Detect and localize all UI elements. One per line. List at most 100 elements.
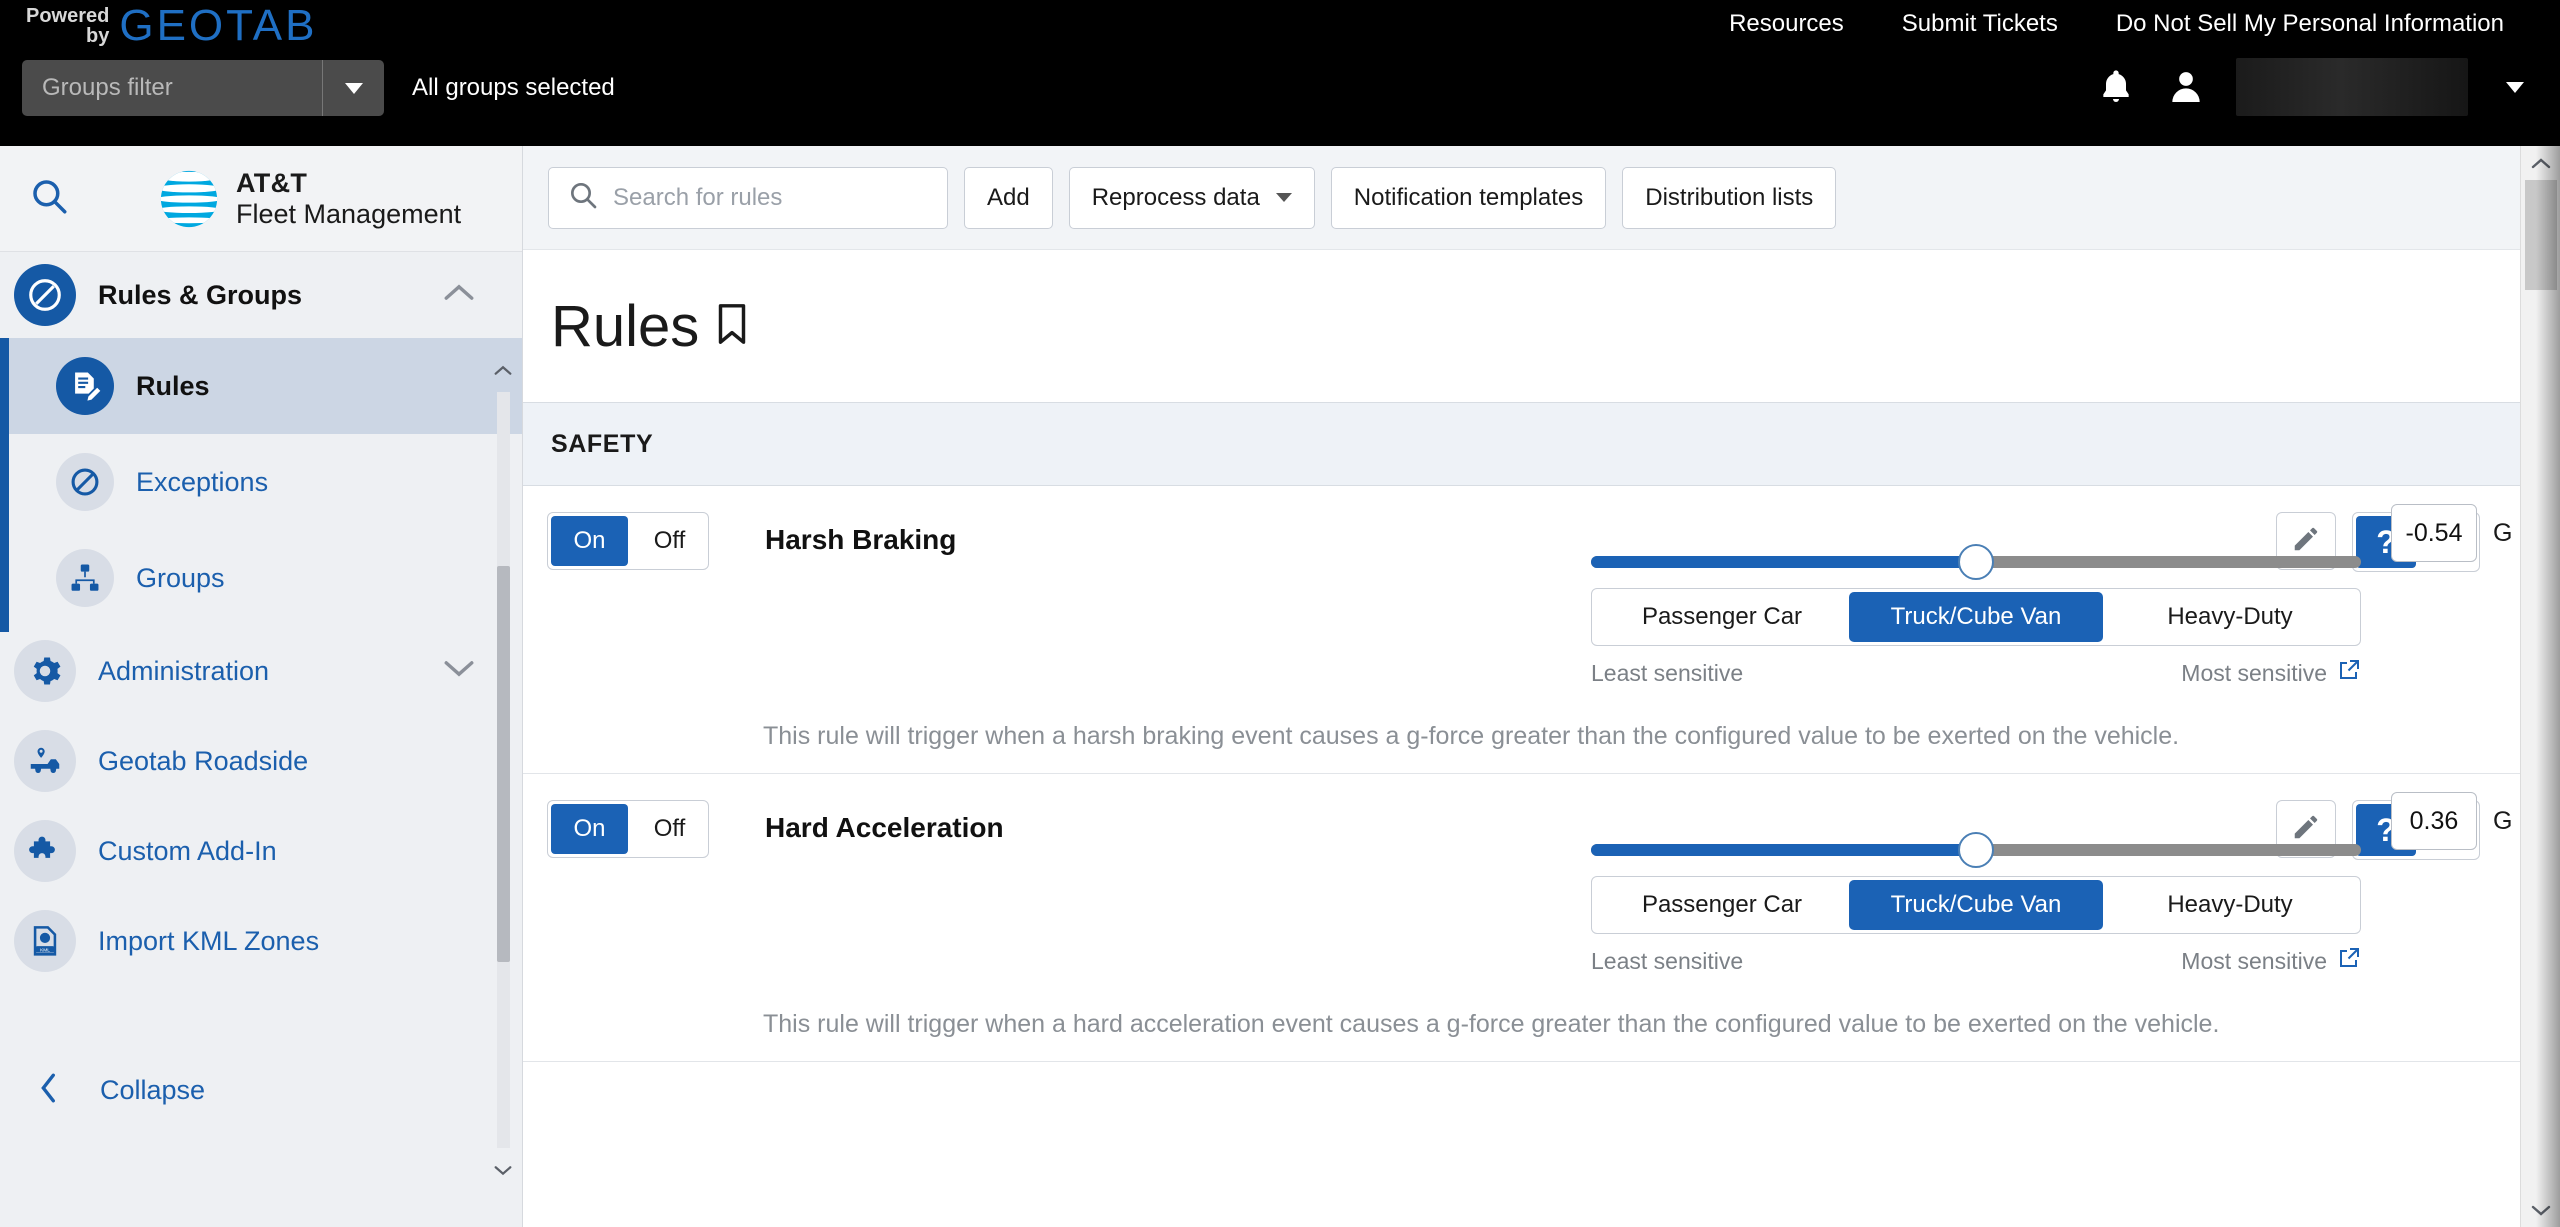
top-black-bar: Powered by GEOTAB Resources Submit Ticke… [0, 0, 2560, 146]
page-header: Rules [523, 250, 2538, 402]
sidebar-scrollbar[interactable] [492, 362, 514, 1178]
sidebar-item-groups[interactable]: Groups [0, 530, 522, 626]
pencil-icon [2291, 524, 2321, 559]
scroll-up-arrow-icon[interactable] [2521, 146, 2560, 180]
distribution-lists-label: Distribution lists [1645, 183, 1814, 211]
user-menu-chevron-down-icon[interactable] [2506, 81, 2524, 93]
rule-description: This rule will trigger when a harsh brak… [763, 722, 2180, 750]
sensitivity-slider[interactable] [1591, 832, 2361, 868]
nav-link-do-not-sell[interactable]: Do Not Sell My Personal Information [2116, 10, 2504, 38]
scroll-up-arrow-icon[interactable] [492, 362, 514, 378]
rule-sensitivity-block: Passenger Car Truck/Cube Van Heavy-Duty … [1591, 544, 2361, 688]
sidebar-item-label: Geotab Roadside [98, 745, 309, 776]
sensitivity-slider-thumb[interactable] [1958, 544, 1994, 580]
rule-value-area: 0.36 G [2391, 792, 2512, 850]
sidebar-item-label: Rules & Groups [98, 279, 303, 310]
search-placeholder: Search for rules [613, 183, 783, 211]
sidebar-item-rules[interactable]: Rules [0, 338, 522, 434]
add-button[interactable]: Add [964, 166, 1053, 229]
chevron-up-icon[interactable] [442, 282, 476, 309]
sidebar: AT&T Fleet Management Rules & Groups Rul… [0, 146, 523, 1227]
search-icon[interactable] [28, 175, 70, 222]
sidebar-scrollbar-thumb[interactable] [497, 566, 510, 962]
sidebar-header: AT&T Fleet Management [0, 146, 522, 252]
vehicle-type-heavy-duty[interactable]: Heavy-Duty [2103, 592, 2357, 642]
least-sensitive-label: Least sensitive [1591, 659, 1744, 686]
groups-filter-area: Groups filter All groups selected [22, 60, 615, 116]
external-link-icon[interactable] [2337, 946, 2361, 976]
sensitivity-slider-fill [1591, 556, 1976, 568]
groups-filter-input[interactable]: Groups filter [22, 60, 322, 116]
page-title: Rules [551, 293, 700, 359]
sidebar-item-label: Import KML Zones [98, 925, 320, 956]
groups-icon [56, 549, 114, 607]
most-sensitive-group[interactable]: Most sensitive [2181, 946, 2361, 976]
vehicle-type-segmented-control: Passenger Car Truck/Cube Van Heavy-Duty [1591, 876, 2361, 934]
nav-link-resources[interactable]: Resources [1729, 10, 1844, 38]
rule-row: On Off Harsh Braking ? Passenger Car Tru… [523, 486, 2538, 774]
vehicle-type-truck-cube-van[interactable]: Truck/Cube Van [1849, 880, 2103, 930]
rule-sensitivity-block: Passenger Car Truck/Cube Van Heavy-Duty … [1591, 832, 2361, 976]
groups-filter-dropdown[interactable]: Groups filter [22, 60, 384, 116]
groups-filter-caret[interactable] [322, 60, 384, 116]
sidebar-item-custom-add-in[interactable]: Custom Add-In [0, 806, 522, 896]
user-avatar-icon[interactable] [2166, 66, 2206, 108]
toggle-off-option[interactable]: Off [631, 801, 708, 857]
sensitivity-slider-thumb[interactable] [1958, 832, 1994, 868]
reprocess-data-button[interactable]: Reprocess data [1068, 166, 1315, 229]
sidebar-item-label: Groups [136, 562, 225, 593]
rule-on-off-toggle[interactable]: On Off [547, 512, 709, 570]
bookmark-icon[interactable] [713, 301, 751, 352]
sidebar-item-label: Exceptions [136, 466, 269, 497]
att-globe-icon [160, 170, 218, 227]
vehicle-type-passenger-car[interactable]: Passenger Car [1595, 592, 1849, 642]
rule-value-unit: G [2493, 806, 2513, 835]
chevron-down-icon[interactable] [442, 658, 476, 685]
rule-name: Hard Acceleration [765, 812, 1004, 843]
geotab-wordmark: GEOTAB [119, 1, 318, 50]
roadside-truck-icon [14, 730, 76, 792]
vehicle-type-passenger-car[interactable]: Passenger Car [1595, 880, 1849, 930]
main-scrollbar-thumb[interactable] [2525, 180, 2557, 290]
bell-icon[interactable] [2096, 66, 2136, 108]
sidebar-collapse-button[interactable]: Collapse [0, 1071, 522, 1110]
notification-templates-label: Notification templates [1353, 183, 1584, 211]
reprocess-data-label: Reprocess data [1091, 183, 1260, 211]
sensitivity-labels: Least sensitive Most sensitive [1591, 658, 2361, 688]
powered-by-geotab-logo: Powered by GEOTAB [26, 2, 317, 48]
rule-value-unit: G [2493, 518, 2513, 547]
rule-value-input[interactable]: 0.36 [2391, 792, 2477, 850]
scroll-down-arrow-icon[interactable] [492, 1162, 514, 1178]
rule-value-input[interactable]: -0.54 [2391, 504, 2477, 562]
sensitivity-slider[interactable] [1591, 544, 2361, 580]
top-nav-links: Resources Submit Tickets Do Not Sell My … [1729, 0, 2504, 48]
distribution-lists-button[interactable]: Distribution lists [1622, 166, 1837, 229]
main-scrollbar[interactable] [2520, 146, 2560, 1227]
toggle-on-option[interactable]: On [551, 516, 628, 566]
sidebar-item-import-kml-zones[interactable]: KML Import KML Zones [0, 896, 522, 986]
vehicle-type-heavy-duty[interactable]: Heavy-Duty [2103, 880, 2357, 930]
vehicle-type-segmented-control: Passenger Car Truck/Cube Van Heavy-Duty [1591, 588, 2361, 646]
sidebar-item-administration[interactable]: Administration [0, 626, 522, 716]
sensitivity-labels: Least sensitive Most sensitive [1591, 946, 2361, 976]
toggle-off-option[interactable]: Off [631, 513, 708, 569]
external-link-icon[interactable] [2337, 658, 2361, 688]
user-name-redacted[interactable] [2236, 58, 2468, 116]
kml-file-icon: KML [14, 910, 76, 972]
exceptions-icon [56, 453, 114, 511]
toggle-on-option[interactable]: On [551, 804, 628, 854]
search-rules-input[interactable]: Search for rules [548, 166, 948, 229]
sidebar-item-label: Administration [98, 655, 270, 686]
sidebar-item-label: Custom Add-In [98, 835, 277, 866]
main-content: Search for rules Add Reprocess data Noti… [523, 146, 2538, 1227]
notification-templates-button[interactable]: Notification templates [1330, 166, 1607, 229]
sidebar-item-exceptions[interactable]: Exceptions [0, 434, 522, 530]
svg-text:KML: KML [40, 947, 50, 953]
vehicle-type-truck-cube-van[interactable]: Truck/Cube Van [1849, 592, 2103, 642]
sidebar-item-rules-and-groups[interactable]: Rules & Groups [0, 252, 522, 338]
rule-on-off-toggle[interactable]: On Off [547, 800, 709, 858]
nav-link-submit-tickets[interactable]: Submit Tickets [1902, 10, 2058, 38]
sidebar-item-geotab-roadside[interactable]: Geotab Roadside [0, 716, 522, 806]
scroll-down-arrow-icon[interactable] [2521, 1193, 2560, 1227]
most-sensitive-group[interactable]: Most sensitive [2181, 658, 2361, 688]
